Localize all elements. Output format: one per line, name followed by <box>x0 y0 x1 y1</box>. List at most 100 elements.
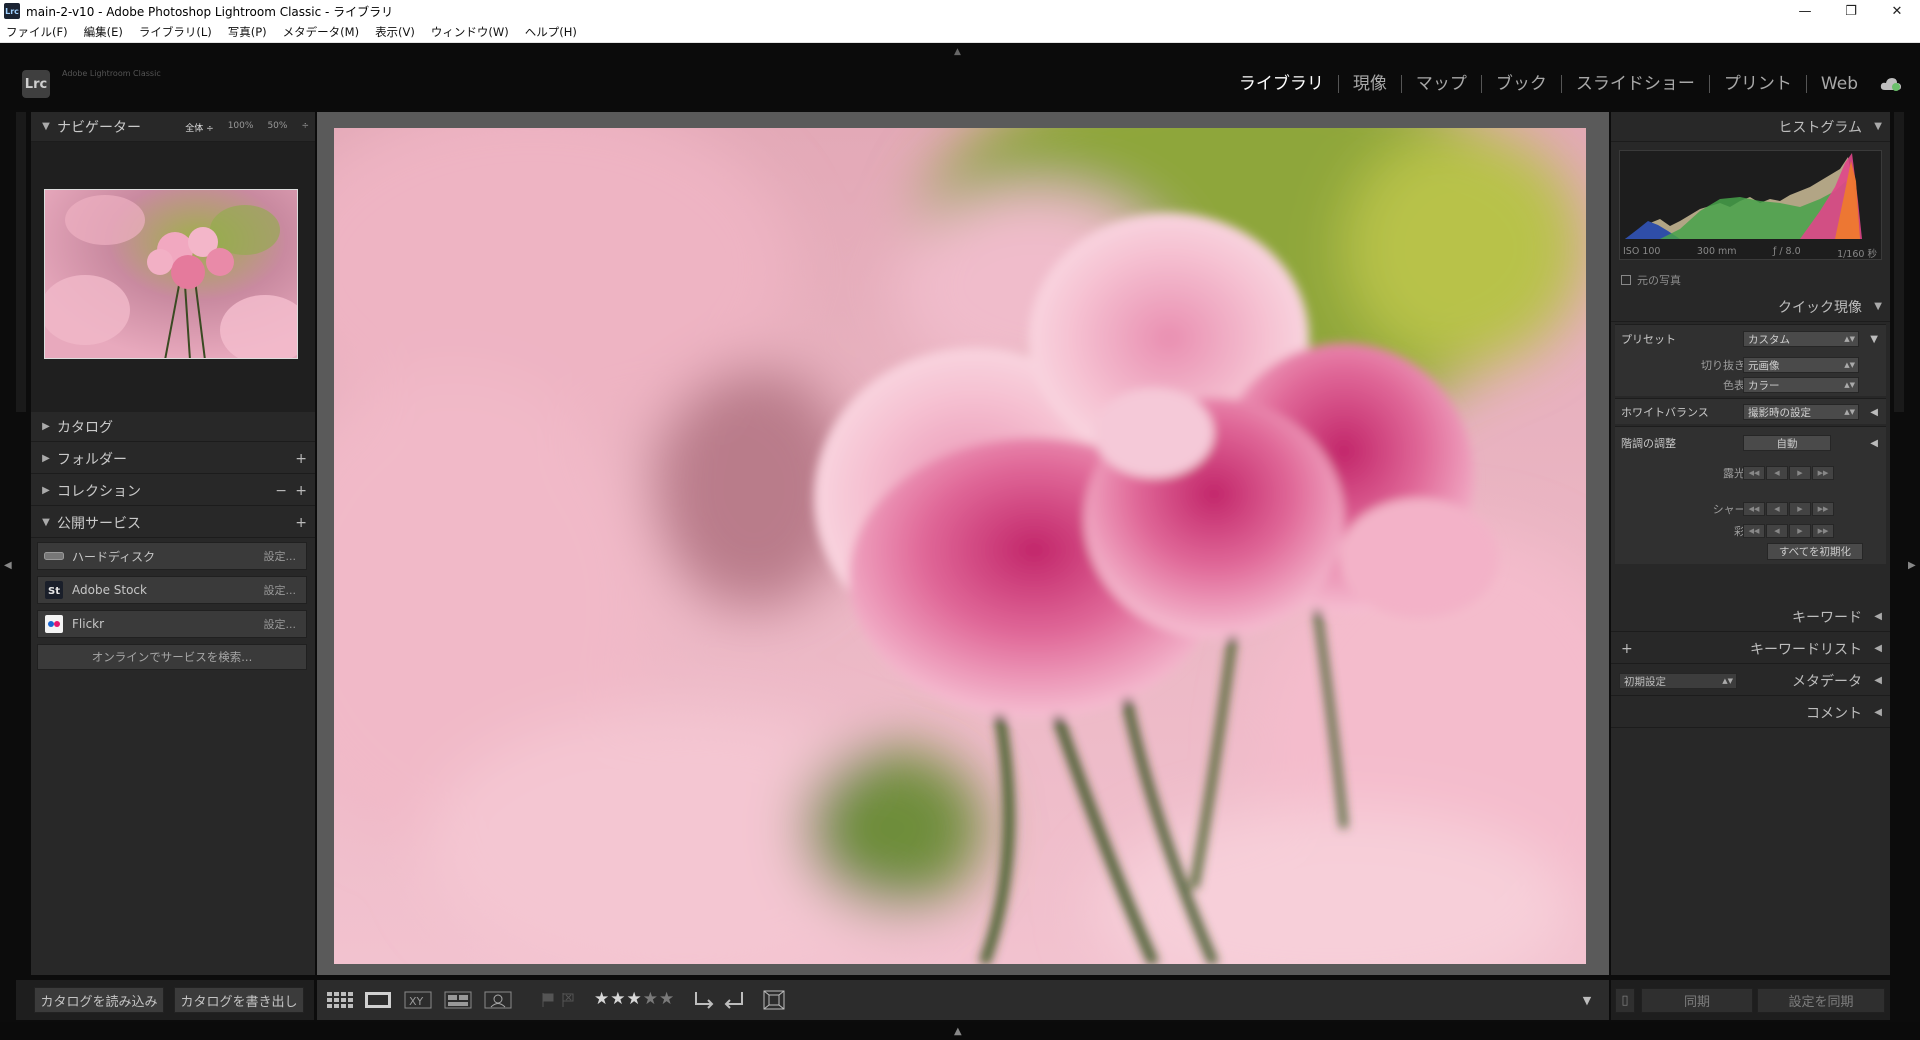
add-collection-icon[interactable]: + <box>295 483 307 499</box>
add-publish-service-icon[interactable]: + <box>295 515 307 531</box>
menu-file[interactable]: ファイル(F) <box>6 24 68 40</box>
compare-icon[interactable]: XY <box>403 990 433 1010</box>
large-increase-button[interactable]: ▶▶ <box>1812 466 1834 480</box>
rating-star-icon[interactable]: ★ <box>610 989 626 1009</box>
quick-develop-header[interactable]: クイック現像 ▼ <box>1611 292 1890 322</box>
survey-icon[interactable] <box>443 990 473 1010</box>
large-decrease-button[interactable]: ◀◀ <box>1743 466 1765 480</box>
large-increase-button[interactable]: ▶▶ <box>1812 502 1834 516</box>
histogram-header[interactable]: ヒストグラム ▼ <box>1611 112 1890 142</box>
publish-service-adobe-stock[interactable]: St Adobe Stock 設定... <box>37 576 307 604</box>
menu-metadata[interactable]: メタデータ(M) <box>283 24 359 40</box>
decrease-button[interactable]: ◀ <box>1766 524 1788 538</box>
navigator-header[interactable]: ▼ ナビゲーター 全体 ÷ 100% 50% ÷ <box>31 112 315 142</box>
top-panel-toggle-icon[interactable]: ▲ <box>954 47 961 57</box>
zoom-50[interactable]: 50% <box>267 121 287 134</box>
rating-star-icon[interactable]: ★ <box>627 989 643 1009</box>
rotate-left-icon[interactable] <box>691 990 717 1010</box>
auto-tone-button[interactable]: 自動 <box>1743 435 1831 451</box>
large-decrease-button[interactable]: ◀◀ <box>1743 502 1765 516</box>
import-catalog-button[interactable]: カタログを読み込み <box>34 987 164 1013</box>
service-settings-link[interactable]: 設定... <box>264 616 297 632</box>
main-photo[interactable] <box>334 128 1586 964</box>
publish-services-header[interactable]: ▼ 公開サービス + <box>31 508 315 538</box>
flag-pick-icon[interactable] <box>539 990 557 1010</box>
zoom-more[interactable]: ÷ <box>301 121 309 134</box>
export-catalog-button[interactable]: カタログを書き出し <box>174 987 304 1013</box>
right-panel-toggle-icon[interactable]: ▶ <box>1908 560 1916 571</box>
expand-triangle-icon[interactable]: ◀ <box>1870 438 1878 449</box>
treatment-select[interactable]: カラー ▲▼ <box>1743 377 1859 393</box>
crop-icon[interactable] <box>761 990 787 1010</box>
rotate-right-icon[interactable] <box>721 990 747 1010</box>
increase-button[interactable]: ▶ <box>1789 466 1811 480</box>
menu-library[interactable]: ライブラリ(L) <box>139 24 212 40</box>
service-settings-link[interactable]: 設定... <box>264 548 297 564</box>
increase-button[interactable]: ▶ <box>1789 524 1811 538</box>
menu-help[interactable]: ヘルプ(H) <box>525 24 577 40</box>
people-icon[interactable] <box>483 990 513 1010</box>
publish-service-harddisk[interactable]: ハードディスク 設定... <box>37 542 307 570</box>
catalog-header[interactable]: ▶ カタログ <box>31 412 315 442</box>
menu-photo[interactable]: 写真(P) <box>228 24 267 40</box>
module-book[interactable]: ブック <box>1482 75 1562 93</box>
maximize-button[interactable]: ❐ <box>1828 0 1874 22</box>
menu-view[interactable]: 表示(V) <box>375 24 415 40</box>
star-rating[interactable]: ★★★★★ <box>594 989 675 1009</box>
toolbar-options-chevron-down-icon[interactable]: ▼ <box>1577 990 1597 1010</box>
comments-header[interactable]: コメント ◀ <box>1611 698 1890 728</box>
module-map[interactable]: マップ <box>1402 75 1482 93</box>
decrease-button[interactable]: ◀ <box>1766 502 1788 516</box>
close-button[interactable]: ✕ <box>1874 0 1920 22</box>
zoom-fit[interactable]: 全体 ÷ <box>185 121 213 134</box>
reset-all-button[interactable]: すべてを初期化 <box>1767 543 1863 560</box>
service-settings-link[interactable]: 設定... <box>264 582 297 598</box>
original-photo-checkbox[interactable] <box>1621 275 1631 285</box>
keywording-header[interactable]: キーワード ◀ <box>1611 602 1890 632</box>
expand-triangle-icon[interactable]: ◀ <box>1870 407 1878 418</box>
module-slideshow[interactable]: スライドショー <box>1562 75 1710 93</box>
rating-star-icon[interactable]: ★ <box>594 989 610 1009</box>
module-library[interactable]: ライブラリ <box>1225 75 1339 93</box>
add-folder-icon[interactable]: + <box>295 451 307 467</box>
metadata-preset-select[interactable]: 初期設定 ▲▼ <box>1619 673 1737 689</box>
module-print[interactable]: プリント <box>1710 75 1807 93</box>
left-panel-footer: カタログを読み込み カタログを書き出し <box>16 980 314 1020</box>
increase-button[interactable]: ▶ <box>1789 502 1811 516</box>
collections-header[interactable]: ▶ コレクション − + <box>31 476 315 506</box>
histogram-graph[interactable] <box>1619 150 1882 260</box>
add-keyword-icon[interactable]: + <box>1621 641 1633 657</box>
keyword-list-header[interactable]: + キーワードリスト ◀ <box>1611 634 1890 664</box>
rating-star-icon[interactable]: ★ <box>659 989 675 1009</box>
filmstrip-toggle-icon[interactable]: ▲ <box>954 1026 962 1037</box>
zoom-100[interactable]: 100% <box>228 121 254 134</box>
find-services-online-button[interactable]: オンラインでサービスを検索... <box>37 644 307 670</box>
white-balance-select[interactable]: 撮影時の設定 ▲▼ <box>1743 404 1859 420</box>
menu-window[interactable]: ウィンドウ(W) <box>431 24 509 40</box>
preset-select[interactable]: カスタム ▲▼ <box>1743 331 1859 347</box>
loupe-icon[interactable] <box>363 990 393 1010</box>
sync-button[interactable]: 同期 <box>1641 988 1753 1013</box>
publish-service-flickr[interactable]: Flickr 設定... <box>37 610 307 638</box>
expand-triangle-icon[interactable]: ▼ <box>1870 334 1878 345</box>
module-web[interactable]: Web <box>1807 75 1872 93</box>
grid-icon[interactable] <box>325 990 355 1010</box>
flag-reject-icon[interactable] <box>559 990 577 1010</box>
sync-settings-button[interactable]: 設定を同期 <box>1757 988 1885 1013</box>
menu-edit[interactable]: 編集(E) <box>84 24 123 40</box>
left-panel-toggle-icon[interactable]: ◀ <box>4 560 12 571</box>
navigator-thumbnail[interactable] <box>44 189 298 359</box>
large-increase-button[interactable]: ▶▶ <box>1812 524 1834 538</box>
metadata-header[interactable]: 初期設定 ▲▼ メタデータ ◀ <box>1611 666 1890 696</box>
rating-star-icon[interactable]: ★ <box>643 989 659 1009</box>
remove-collection-icon[interactable]: − <box>275 483 287 499</box>
module-develop[interactable]: 現像 <box>1339 75 1402 93</box>
original-photo-toggle[interactable]: 元の写真 <box>1621 272 1681 288</box>
decrease-button[interactable]: ◀ <box>1766 466 1788 480</box>
cloud-sync-icon[interactable] <box>1880 76 1902 92</box>
minimize-button[interactable]: — <box>1782 0 1828 22</box>
folders-header[interactable]: ▶ フォルダー + <box>31 444 315 474</box>
large-decrease-button[interactable]: ◀◀ <box>1743 524 1765 538</box>
sync-toggle-switch[interactable]: ▯ <box>1615 988 1635 1013</box>
crop-ratio-select[interactable]: 元画像 ▲▼ <box>1743 357 1859 373</box>
